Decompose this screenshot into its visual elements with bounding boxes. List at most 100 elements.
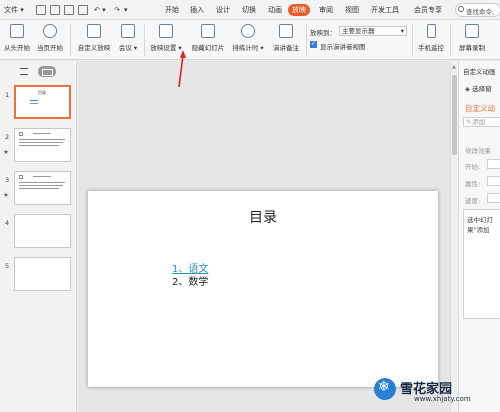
meeting-button[interactable]: 会议 ▾ <box>114 20 142 52</box>
screen-record-label: 屏幕录制 <box>459 44 485 52</box>
search-box[interactable]: 查找命令、 <box>455 3 500 17</box>
thumbnail-text-line <box>30 100 38 101</box>
thumbnail-text-line <box>19 185 63 186</box>
add-effect-label: 添加 <box>472 118 485 126</box>
custom-show-button[interactable]: 自定义放映 <box>74 20 114 52</box>
tab-slideshow[interactable]: 放映 <box>288 4 310 16</box>
from-current-button[interactable]: 当页开始 <box>34 20 66 52</box>
thumbnail-text-line <box>30 103 38 104</box>
snowflake-logo-icon <box>374 378 396 400</box>
custom-animation-pane: 自定义动画 ◈ 选择窗 自定义动 ✎ 添加 修改效果 开始: 属性: 速度: 选… <box>458 61 500 412</box>
rehearse-timing-label: 排练计时 ▾ <box>232 44 264 52</box>
slide-thumbnail-2[interactable] <box>14 128 71 162</box>
save-icon[interactable] <box>50 5 60 15</box>
selection-pane-link[interactable]: ◈ 选择窗 <box>465 83 492 93</box>
tab-view[interactable]: 视图 <box>345 5 359 16</box>
thumbnail-text-line <box>19 142 63 143</box>
preview-icon[interactable] <box>78 5 88 15</box>
scroll-up-icon[interactable]: ▲ <box>452 64 456 70</box>
scrollbar-thumb[interactable] <box>452 75 457 155</box>
notes-icon <box>279 24 293 38</box>
thumbnail-icon <box>19 132 23 136</box>
hide-slide-label: 隐藏幻灯片 <box>191 44 225 52</box>
add-effect-button[interactable]: ✎ 添加 <box>463 117 500 127</box>
slide-number: 4 <box>5 219 10 227</box>
tab-review[interactable]: 审阅 <box>319 5 333 16</box>
thumbnail-icon <box>19 175 23 179</box>
slide-thumbnail-1[interactable]: 目录 <box>14 85 71 119</box>
tab-member[interactable]: 会员专享 <box>414 5 442 16</box>
pane-header: 自定义动画 <box>463 68 496 76</box>
meeting-icon <box>121 24 135 38</box>
start-select[interactable] <box>487 159 500 169</box>
from-start-button[interactable]: 从头开始 <box>0 20 34 52</box>
show-on-select[interactable]: 主要显示器 ▾ <box>339 26 407 36</box>
slide-number: 3 <box>5 176 10 184</box>
speaker-notes-button[interactable]: 演讲备注 <box>268 20 304 52</box>
custom-show-icon <box>87 24 101 38</box>
undo-icon[interactable]: ↶ ▾ <box>94 5 106 16</box>
show-settings-button[interactable]: 放映设置 ▾ <box>146 20 186 52</box>
slide-item-math[interactable]: 2、数学 <box>172 273 208 288</box>
presenter-view-checkbox[interactable] <box>310 40 317 48</box>
menu-icon[interactable] <box>36 5 46 15</box>
phone-remote-button[interactable]: 手机遥控 <box>414 20 448 52</box>
hide-slide-icon <box>201 24 215 38</box>
thumbnail-text-line <box>33 176 51 177</box>
vertical-scrollbar[interactable]: ▲ <box>450 61 458 412</box>
rehearse-timing-button[interactable]: 排练计时 ▾ <box>228 20 268 52</box>
outline-view-icon[interactable] <box>20 68 28 75</box>
thumbnail-text-line <box>19 145 59 146</box>
settings-icon <box>159 24 173 38</box>
tab-transition[interactable]: 切换 <box>242 5 256 16</box>
slide-thumbnail-4[interactable] <box>14 214 71 248</box>
modify-effect-label: 修改效果 <box>465 147 491 155</box>
custom-animation-title: 自定义动 <box>465 104 495 113</box>
more-icon[interactable]: ▾ <box>124 5 128 16</box>
phone-icon <box>426 24 436 38</box>
tab-developer[interactable]: 开发工具 <box>371 5 399 16</box>
tab-design[interactable]: 设计 <box>216 5 230 16</box>
from-current-label: 当页开始 <box>37 44 63 52</box>
animation-star-icon: ★ <box>3 191 9 199</box>
slide-title[interactable]: 目录 <box>88 207 438 227</box>
slide-thumbnail-panel: 1 目录 2 ★ 3 ★ 4 5 <box>0 61 77 412</box>
animation-list[interactable]: 选中幻灯 果"添加 <box>463 209 500 319</box>
speed-select[interactable] <box>487 193 500 203</box>
slide-thumbnail-5[interactable] <box>14 257 71 291</box>
redo-icon[interactable]: ↷ <box>114 5 120 16</box>
start-label: 开始: <box>465 163 481 171</box>
slide-thumbnail-3[interactable] <box>14 171 71 205</box>
show-on-value: 主要显示器 <box>342 27 375 35</box>
current-slide[interactable]: 目录 1、语文 2、数学 <box>88 191 438 387</box>
from-start-label: 从头开始 <box>4 44 30 52</box>
thumbnail-text-line <box>19 139 65 140</box>
thumbnail-view-icon[interactable] <box>38 66 56 77</box>
print-icon[interactable] <box>64 5 74 15</box>
tab-home[interactable]: 开始 <box>165 5 179 16</box>
phone-remote-label: 手机遥控 <box>418 44 444 52</box>
file-menu[interactable]: 文件 ▾ <box>4 5 24 16</box>
edit-icon: ✎ <box>466 118 472 126</box>
slide-number: 2 <box>5 133 10 141</box>
search-icon <box>458 6 464 12</box>
thumbnail-text-line <box>33 133 51 134</box>
ribbon: 从头开始 当页开始 自定义放映 会议 ▾ 放映设置 ▾ 隐藏幻灯片 排练计时 ▾… <box>0 20 500 60</box>
thumbnail-title: 目录 <box>38 90 46 95</box>
search-placeholder: 查找命令、 <box>466 8 499 16</box>
tab-insert[interactable]: 插入 <box>190 5 204 16</box>
screen-record-button[interactable]: 屏幕录制 <box>452 20 492 52</box>
presenter-view-label: 显示演讲者视图 <box>320 43 366 51</box>
selection-pane-icon: ◈ <box>465 85 470 93</box>
tab-animation[interactable]: 动画 <box>268 5 282 16</box>
thumbnail-text-line <box>19 188 59 189</box>
property-select[interactable] <box>487 176 500 186</box>
hide-slide-button[interactable]: 隐藏幻灯片 <box>188 20 228 52</box>
show-settings-label: 放映设置 ▾ <box>150 44 182 52</box>
play-from-start-icon <box>10 24 24 38</box>
file-menu-label: 文件 <box>4 6 18 14</box>
meeting-label: 会议 ▾ <box>118 44 138 52</box>
slide-number: 5 <box>5 262 10 270</box>
ribbon-divider <box>450 24 451 56</box>
ribbon-divider <box>306 24 307 56</box>
